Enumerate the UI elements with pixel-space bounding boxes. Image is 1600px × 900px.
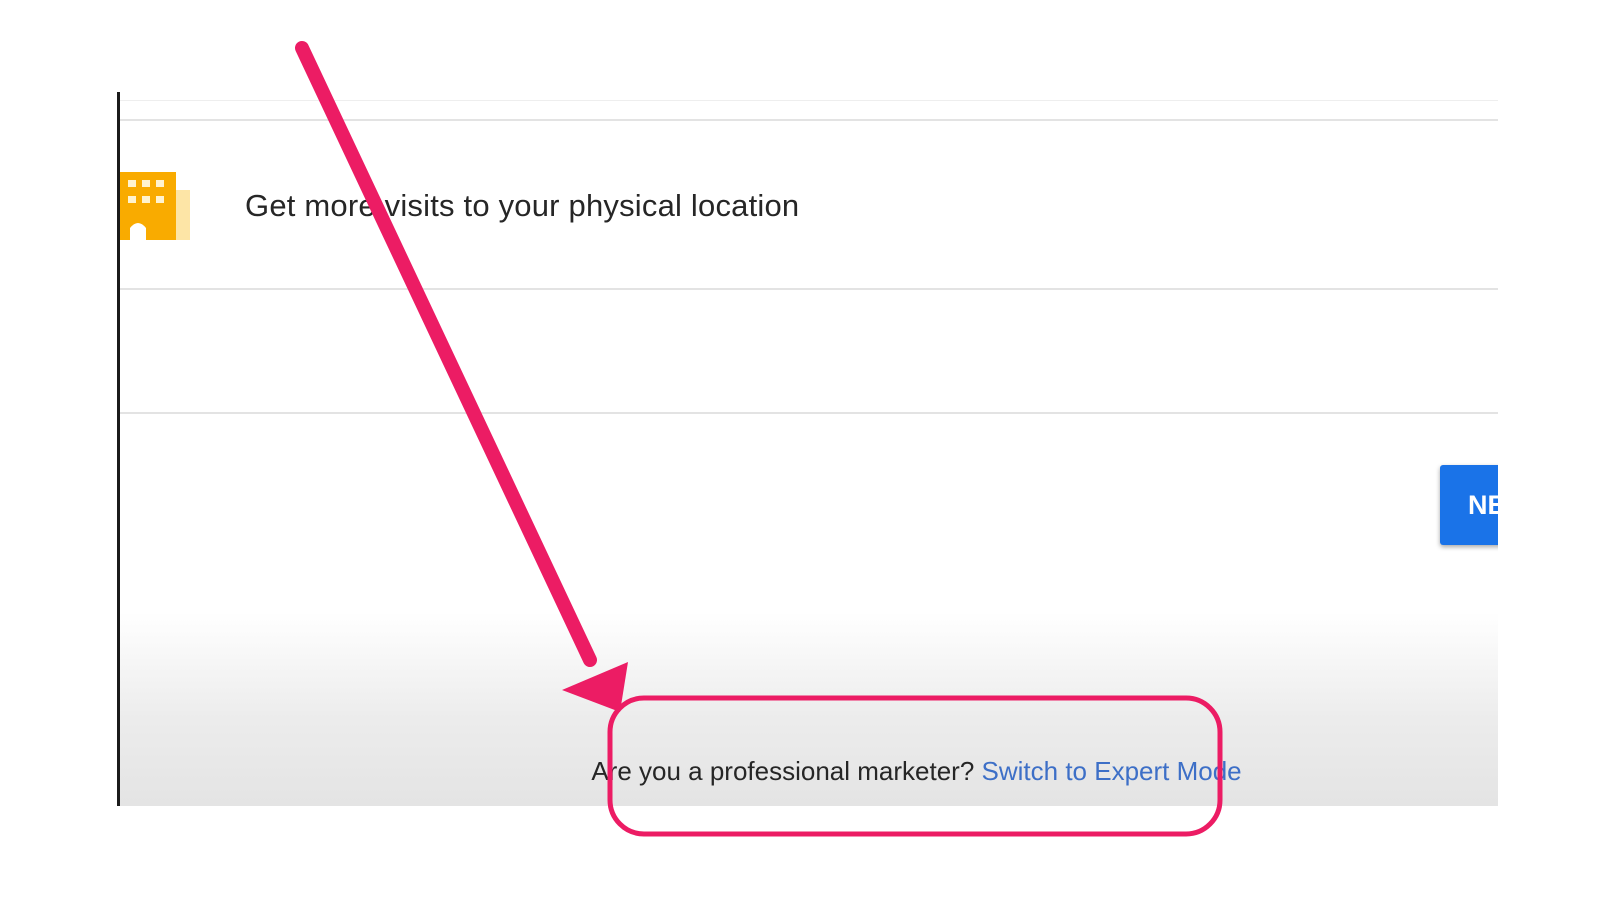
building-icon bbox=[120, 172, 190, 240]
expert-mode-prompt: Are you a professional marketer? Switch … bbox=[120, 756, 1498, 787]
divider bbox=[120, 288, 1498, 290]
screenshot-panel: Get more visits to your physical locatio… bbox=[117, 92, 1498, 806]
next-button[interactable]: NE bbox=[1440, 465, 1498, 545]
expert-mode-question: Are you a professional marketer? bbox=[591, 756, 975, 786]
goal-option-label[interactable]: Get more visits to your physical locatio… bbox=[245, 188, 799, 224]
divider bbox=[120, 412, 1498, 414]
divider bbox=[120, 119, 1498, 121]
switch-to-expert-mode-link[interactable]: Switch to Expert Mode bbox=[982, 756, 1242, 786]
divider bbox=[120, 100, 1498, 101]
